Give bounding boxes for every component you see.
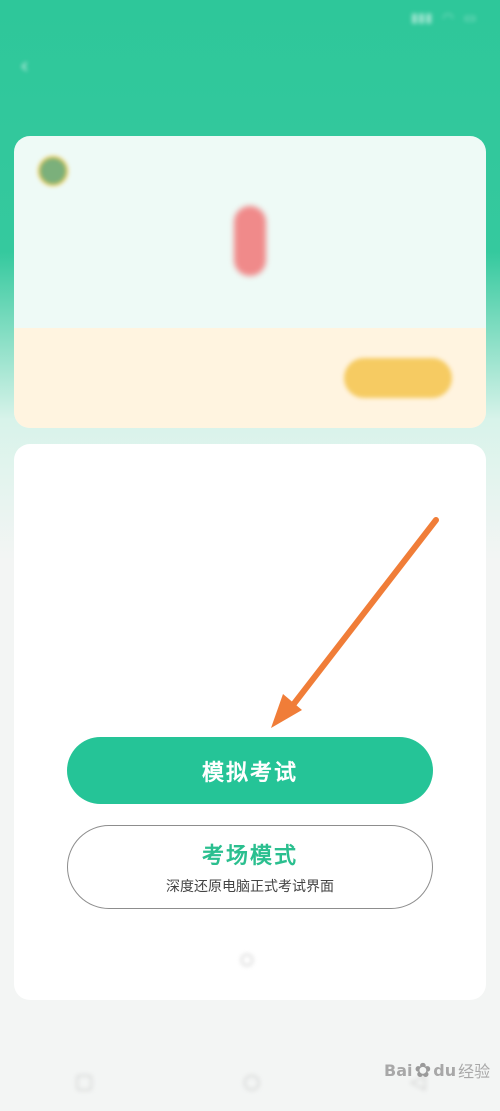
nav-bar: ‹ — [0, 44, 500, 88]
agreement-row[interactable] — [14, 952, 486, 968]
exam-mode-subtitle: 深度还原电脑正式考试界面 — [166, 879, 334, 895]
wifi-icon: ◠ — [442, 10, 454, 26]
summary-card — [14, 136, 486, 428]
checkbox-icon[interactable] — [241, 954, 253, 966]
watermark-text-right: du — [433, 1060, 457, 1080]
circle-nav-icon[interactable]: ○ — [243, 1069, 260, 1093]
exam-info-list — [14, 480, 486, 695]
info-row — [14, 480, 486, 523]
exam-card: 模拟考试 考场模式 深度还原电脑正式考试界面 — [14, 444, 486, 1000]
status-bar: ▮▮▮ ◠ ▭ — [0, 0, 500, 36]
score-value — [234, 206, 266, 276]
info-row — [14, 652, 486, 695]
info-row — [14, 609, 486, 652]
watermark-text-cn: 经验 — [458, 1062, 491, 1081]
exam-mode-title: 考场模式 — [201, 843, 298, 869]
info-row — [14, 566, 486, 609]
signal-icon: ▮▮▮ — [410, 10, 433, 26]
square-nav-icon[interactable]: ▢ — [75, 1069, 94, 1093]
avatar — [38, 156, 68, 186]
mock-exam-button[interactable]: 模拟考试 — [67, 737, 433, 804]
watermark-text-left: Bai — [384, 1060, 413, 1080]
battery-icon: ▭ — [463, 10, 476, 26]
score-block — [14, 206, 486, 290]
paw-icon: ✿ — [414, 1058, 432, 1082]
back-arrow-icon[interactable]: ‹ — [20, 54, 29, 79]
exam-mode-button[interactable]: 考场模式 深度还原电脑正式考试界面 — [67, 825, 433, 909]
info-row — [14, 523, 486, 566]
baidu-watermark: Bai ✿ du 经验 — [384, 1058, 490, 1082]
promo-banner — [14, 328, 486, 428]
promo-button[interactable] — [344, 358, 452, 398]
user-info — [38, 156, 78, 186]
